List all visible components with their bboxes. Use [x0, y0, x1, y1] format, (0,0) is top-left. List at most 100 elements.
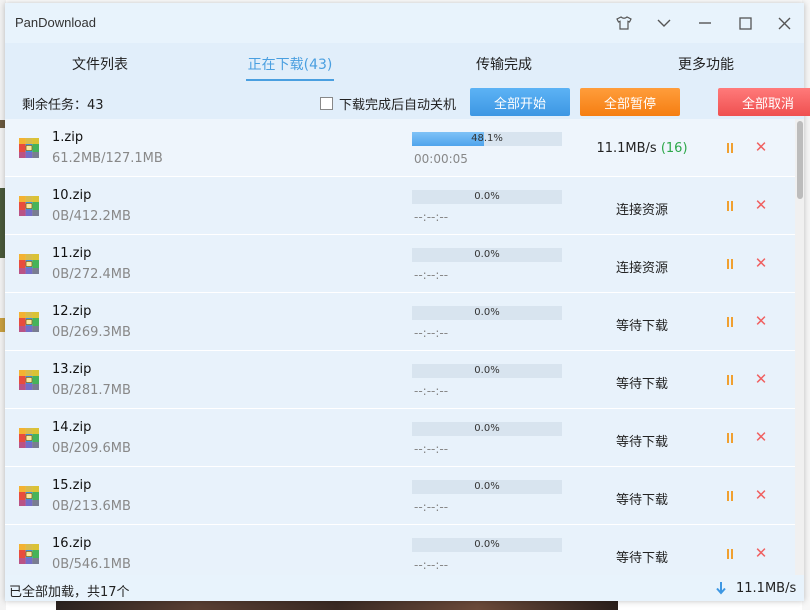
download-row[interactable]: 14.zip 0B/209.6MB 0.0% --:--:-- 等待下载 ✕ [5, 409, 795, 467]
file-name: 15.zip [52, 478, 92, 493]
file-size: 0B/272.4MB [52, 267, 131, 282]
download-row[interactable]: 16.zip 0B/546.1MB 0.0% --:--:-- 等待下载 ✕ [5, 525, 795, 575]
pause-icon[interactable] [724, 200, 736, 212]
maximize-icon[interactable] [734, 12, 756, 34]
remaining-tasks: 剩余任务：43 [22, 98, 104, 113]
skin-shirt-icon[interactable] [613, 12, 635, 34]
progress-bar: 0.0% [412, 422, 562, 436]
connection-count: (16) [660, 141, 688, 156]
auto-shutdown-checkbox[interactable]: 下载完成后自动关机 [320, 94, 456, 113]
download-status: 连接资源 [615, 261, 668, 276]
file-size: 0B/209.6MB [52, 441, 131, 456]
scrollbar-thumb[interactable] [797, 121, 803, 199]
close-icon[interactable]: ✕ [753, 545, 769, 561]
zip-archive-icon [18, 195, 40, 217]
progress-percent: 0.0% [474, 423, 500, 434]
chevron-down-icon[interactable] [653, 12, 675, 34]
download-row[interactable]: 15.zip 0B/213.6MB 0.0% --:--:-- 等待下载 ✕ [5, 467, 795, 525]
close-icon[interactable]: ✕ [753, 429, 769, 445]
remaining-time: --:--:-- [414, 210, 449, 224]
zip-archive-icon [18, 311, 40, 333]
total-speed: 11.1MB/s [736, 581, 797, 596]
download-status: 等待下载 [615, 319, 668, 334]
file-name: 14.zip [52, 420, 92, 435]
progress-percent: 0.0% [474, 539, 500, 550]
progress-percent: 0.0% [474, 249, 500, 260]
pause-icon[interactable] [724, 142, 736, 154]
pause-icon[interactable] [724, 548, 736, 560]
file-size: 0B/546.1MB [52, 557, 131, 572]
pause-icon[interactable] [724, 432, 736, 444]
title-bar: PanDownload [5, 3, 804, 43]
close-icon[interactable]: ✕ [753, 139, 769, 155]
progress-bar: 0.0% [412, 364, 562, 378]
progress-percent: 48.1% [471, 133, 503, 144]
checkbox-box[interactable] [320, 97, 333, 110]
file-name: 16.zip [52, 536, 92, 551]
status-bar: 已全部加载，共17个 11.1MB/s [5, 575, 804, 601]
zip-archive-icon [18, 485, 40, 507]
progress-percent: 0.0% [474, 307, 500, 318]
zip-archive-icon [18, 369, 40, 391]
close-icon[interactable]: ✕ [753, 255, 769, 271]
tab-downloading[interactable]: 正在下载(43) [195, 43, 385, 85]
download-row[interactable]: 11.zip 0B/272.4MB 0.0% --:--:-- 连接资源 ✕ [5, 235, 795, 293]
cancel-all-button[interactable]: 全部取消 [718, 88, 810, 116]
download-list: 1.zip 61.2MB/127.1MB 48.1% 00:00:05 11.1MB/s… [5, 119, 795, 575]
remaining-time: 00:00:05 [414, 152, 468, 166]
remaining-time: --:--:-- [414, 384, 449, 398]
download-arrow-icon [714, 580, 728, 596]
pause-all-button[interactable]: 全部暂停 [580, 88, 680, 116]
download-row[interactable]: 10.zip 0B/412.2MB 0.0% --:--:-- 连接资源 ✕ [5, 177, 795, 235]
progress-percent: 0.0% [474, 191, 500, 202]
progress-bar: 0.0% [412, 538, 562, 552]
active-tab-underline [246, 79, 334, 81]
remaining-time: --:--:-- [414, 326, 449, 340]
close-window-icon[interactable] [773, 12, 795, 34]
progress-bar: 0.0% [412, 480, 562, 494]
progress-bar: 0.0% [412, 248, 562, 262]
pause-icon[interactable] [724, 258, 736, 270]
file-name: 12.zip [52, 304, 92, 319]
download-status: 等待下载 [615, 551, 668, 566]
minimize-icon[interactable] [694, 12, 716, 34]
download-status: 等待下载 [615, 377, 668, 392]
file-size: 61.2MB/127.1MB [52, 151, 163, 166]
download-status: 等待下载 [615, 493, 668, 508]
file-name: 1.zip [52, 130, 84, 145]
progress-bar: 0.0% [412, 190, 562, 204]
background-image-edge [56, 600, 618, 610]
remaining-time: --:--:-- [414, 268, 449, 282]
download-status: 连接资源 [615, 203, 668, 218]
progress-bar: 0.0% [412, 306, 562, 320]
tab-completed[interactable]: 传输完成 [409, 43, 599, 85]
close-icon[interactable]: ✕ [753, 487, 769, 503]
main-tabs: 文件列表 正在下载(43) 传输完成 更多功能 [5, 43, 804, 85]
file-size: 0B/213.6MB [52, 499, 131, 514]
close-icon[interactable]: ✕ [753, 197, 769, 213]
pause-icon[interactable] [724, 374, 736, 386]
zip-archive-icon [18, 427, 40, 449]
close-icon[interactable]: ✕ [753, 313, 769, 329]
tab-file-list[interactable]: 文件列表 [5, 43, 195, 85]
loaded-count: 已全部加载，共17个 [9, 585, 130, 600]
start-all-button[interactable]: 全部开始 [470, 88, 570, 116]
zip-archive-icon [18, 253, 40, 275]
file-name: 13.zip [52, 362, 92, 377]
download-speed: 11.1MB/s [596, 141, 657, 156]
download-row[interactable]: 12.zip 0B/269.3MB 0.0% --:--:-- 等待下载 ✕ [5, 293, 795, 351]
pause-icon[interactable] [724, 490, 736, 502]
pause-icon[interactable] [724, 316, 736, 328]
auto-shutdown-label: 下载完成后自动关机 [339, 98, 457, 113]
download-row[interactable]: 1.zip 61.2MB/127.1MB 48.1% 00:00:05 11.1MB/s… [5, 119, 795, 177]
remaining-time: --:--:-- [414, 442, 449, 456]
progress-bar: 48.1% [412, 132, 562, 146]
tab-more-features[interactable]: 更多功能 [611, 43, 801, 85]
progress-percent: 0.0% [474, 481, 500, 492]
download-status: 11.1MB/s (16) [577, 141, 707, 156]
close-icon[interactable]: ✕ [753, 371, 769, 387]
file-size: 0B/269.3MB [52, 325, 131, 340]
download-row[interactable]: 13.zip 0B/281.7MB 0.0% --:--:-- 等待下载 ✕ [5, 351, 795, 409]
file-name: 11.zip [52, 246, 92, 261]
window-title: PanDownload [15, 15, 96, 30]
